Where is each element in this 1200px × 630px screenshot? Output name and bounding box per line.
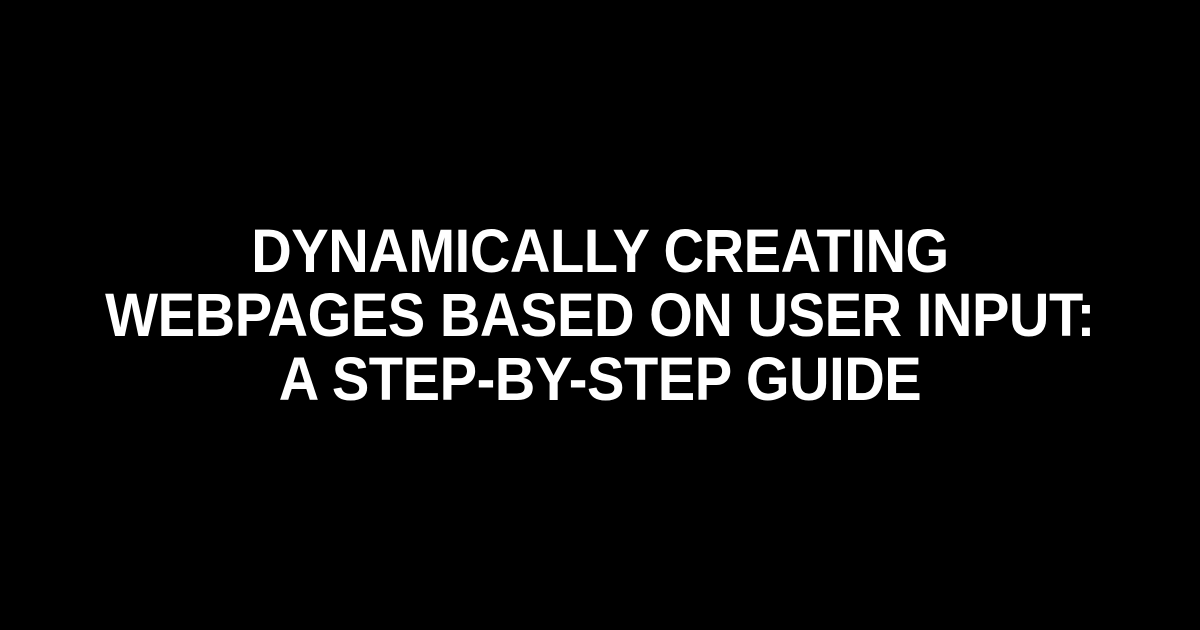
page-title: Dynamically Creating Webpages Based on U… <box>48 219 1152 411</box>
